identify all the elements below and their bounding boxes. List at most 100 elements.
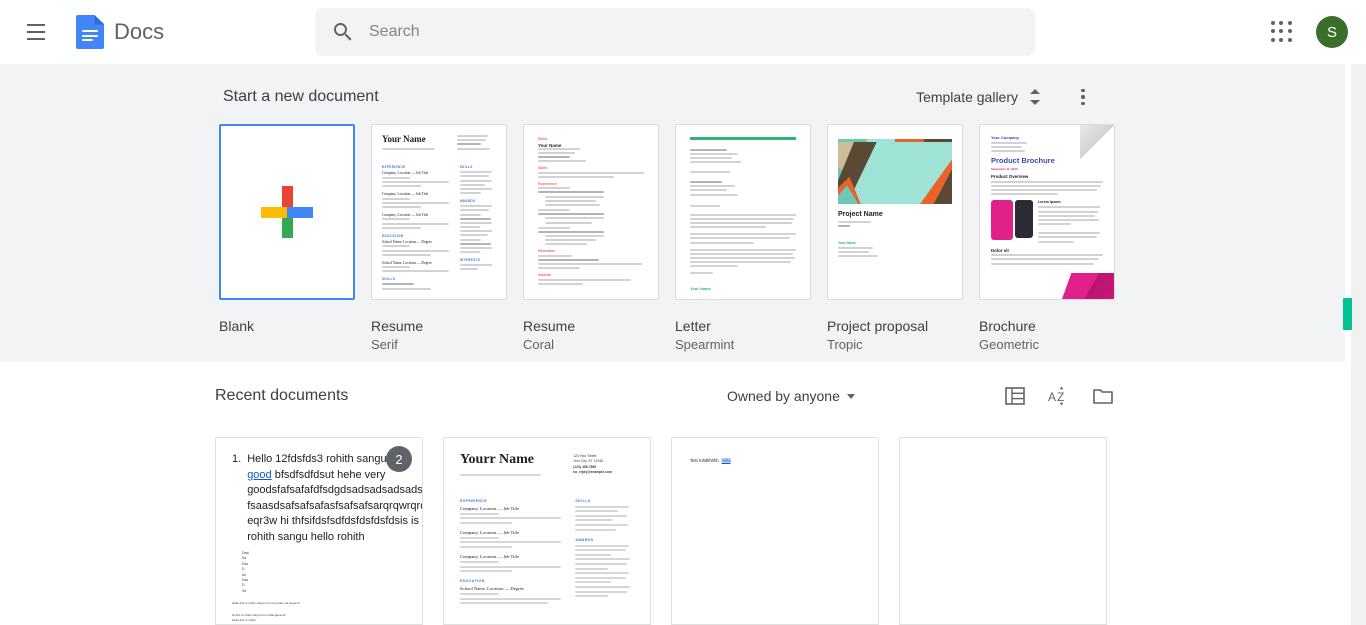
template-thumb-project-proposal[interactable]: Project Name Your Name <box>827 124 963 300</box>
preview-line <box>991 193 1059 196</box>
template-thumb-brochure[interactable]: Your Company Product Brochure September … <box>979 124 1115 300</box>
apps-dot <box>1271 29 1275 34</box>
apps-dot <box>1287 29 1292 34</box>
preview-line <box>575 528 617 531</box>
recent-documents-title: Recent documents <box>215 387 349 404</box>
more-vertical-icon[interactable] <box>1068 82 1098 112</box>
preview-line <box>459 187 492 190</box>
preview-line <box>690 265 738 268</box>
document-card[interactable]: 1. Hello 12fdsfds3 rohith sangu am good … <box>215 437 423 625</box>
preview-line <box>460 517 562 520</box>
preview-line <box>538 283 583 286</box>
preview-section: SKILLS <box>459 165 473 170</box>
preview-line <box>459 238 482 241</box>
recent-view-actions: A Z <box>1003 384 1115 408</box>
blank-plus-icon <box>261 186 313 238</box>
recent-documents-section: Recent documents Owned by anyone A Z 1. … <box>0 362 1366 625</box>
vertical-scrollbar-track[interactable] <box>1351 64 1366 625</box>
preview-line <box>382 266 411 269</box>
document-thumbnail[interactable] <box>899 437 1107 625</box>
preview-line <box>575 567 609 570</box>
template-thumb-letter-spearmint[interactable]: Your Name <box>675 124 811 300</box>
svg-text:Z: Z <box>1057 390 1064 404</box>
search-input[interactable] <box>369 10 989 54</box>
preview-line <box>538 226 570 229</box>
template-card-resume-serif[interactable]: Your Name EXPERIENCE Company, Location —… <box>371 124 507 354</box>
doc-line: goodsfafsafafdfsdgdsadsadsadsadsa <box>247 484 423 496</box>
preview-line <box>459 179 493 182</box>
sublist-text: Dsa <box>242 561 249 566</box>
preview-line <box>991 142 1027 144</box>
template-thumb-resume-serif[interactable]: Your Name EXPERIENCE Company, Location —… <box>371 124 507 300</box>
doc-link: hello <box>721 458 731 463</box>
list-view-icon[interactable] <box>1003 384 1027 408</box>
template-card-project-proposal[interactable]: Project Name Your Name Project proposal … <box>827 124 963 354</box>
preview-main-column: EXPERIENCE Company, Location — Job Title… <box>382 160 453 292</box>
preview-side-column: SKILLS AWARDS INTERESTS <box>459 160 496 292</box>
preview-section: SKILLS <box>382 277 396 282</box>
preview-name: Your Name <box>538 142 562 148</box>
preview-line <box>460 545 512 548</box>
preview-date: September 24, 20XX <box>991 167 1018 172</box>
template-card-blank[interactable]: Blank <box>219 124 355 354</box>
apps-dot <box>1279 29 1284 34</box>
preview-line <box>460 560 500 563</box>
vertical-scrollbar-thumb[interactable] <box>1343 298 1352 330</box>
preview-line <box>838 221 872 223</box>
template-gallery-button[interactable]: Template gallery <box>912 82 1046 112</box>
template-card-resume-coral[interactable]: Skills Your Name Skills Experience Educa… <box>523 124 659 354</box>
template-thumb-blank[interactable] <box>219 124 355 300</box>
apps-grid-icon[interactable] <box>1268 18 1296 46</box>
preview-line <box>382 222 450 225</box>
app-header: Docs S <box>0 0 1366 64</box>
document-card[interactable]: Yourr Name 123 Your Street Your City, ST… <box>443 437 651 625</box>
preview-line <box>382 253 432 256</box>
app-title[interactable]: Docs <box>114 19 164 45</box>
hamburger-menu-icon[interactable] <box>12 8 60 56</box>
preview-section: EXPERIENCE <box>382 165 406 170</box>
doc-text-row: Test rohithhhhh hello <box>690 458 878 463</box>
template-card-letter-spearmint[interactable]: Your Name Letter Spearmint <box>675 124 811 354</box>
letter-spearmint-preview: Your Name <box>676 125 810 299</box>
owner-filter-dropdown[interactable]: Owned by anyone <box>727 388 855 404</box>
document-thumbnail[interactable]: Yourr Name 123 Your Street Your City, ST… <box>443 437 651 625</box>
preview-line <box>459 242 491 245</box>
preview-school: School Name, Location — Degree <box>382 239 432 244</box>
avatar[interactable]: S <box>1316 16 1348 48</box>
folder-icon[interactable] <box>1091 384 1115 408</box>
docs-logo-icon[interactable] <box>76 15 104 49</box>
preview-line <box>575 576 626 579</box>
document-thumbnail[interactable]: Test rohithhhhh hello <box>671 437 879 625</box>
preview-line <box>538 209 570 211</box>
preview-line <box>838 246 874 249</box>
preview-line <box>538 171 644 174</box>
sort-az-icon[interactable]: A Z <box>1047 384 1071 408</box>
doc-name: Yourr Name <box>460 452 535 467</box>
preview-line <box>690 272 714 275</box>
template-gallery-label: Template gallery <box>916 89 1018 105</box>
doc-line: Hello 12fdsfds3 rohith sangu am <box>247 453 405 465</box>
preview-line <box>690 152 738 155</box>
preview-line <box>382 226 421 229</box>
preview-line <box>575 544 630 547</box>
preview-title: Product Brochure <box>991 156 1055 166</box>
template-card-brochure[interactable]: Your Company Product Brochure September … <box>979 124 1115 354</box>
template-sub: Tropic <box>827 337 863 352</box>
preview-line <box>382 180 450 183</box>
document-card[interactable] <box>899 437 1107 625</box>
document-thumbnail[interactable]: 1. Hello 12fdsfds3 rohith sangu am good … <box>215 437 423 625</box>
search-bar[interactable] <box>315 8 1035 56</box>
recent-documents-header: Recent documents Owned by anyone A Z <box>215 384 1115 408</box>
doc-job: Company, Location — Job Title <box>460 553 520 559</box>
preview-line <box>1038 214 1096 217</box>
preview-line <box>575 585 631 588</box>
sublist-text: D <box>242 583 245 588</box>
preview-line <box>690 222 792 224</box>
owner-filter-label: Owned by anyone <box>727 388 840 404</box>
template-thumb-resume-coral[interactable]: Skills Your Name Skills Experience Educa… <box>523 124 659 300</box>
document-card[interactable]: Test rohithhhhh hello <box>671 437 879 625</box>
preview-section: Awards <box>538 273 551 278</box>
preview-line <box>545 217 605 220</box>
preview-line <box>838 225 850 228</box>
doc-list-item: 1. Hello 12fdsfds3 rohith sangu am good … <box>232 452 422 545</box>
